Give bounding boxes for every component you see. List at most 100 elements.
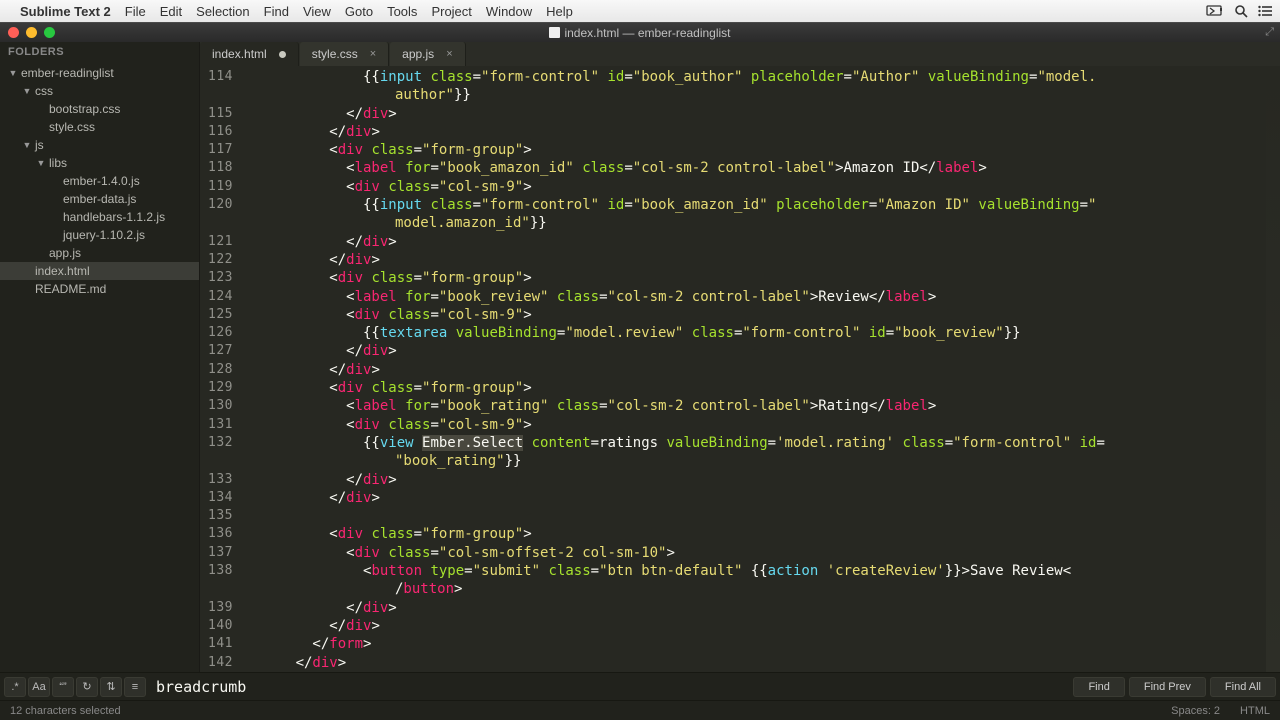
tree-item-label: bootstrap.css (49, 102, 120, 116)
file-item[interactable]: ember-1.4.0.js (0, 172, 199, 190)
code-line: </div> (245, 617, 1280, 635)
find-button[interactable]: Find (1073, 677, 1124, 697)
sidebar-header: FOLDERS (0, 42, 199, 62)
search-icon[interactable] (1234, 4, 1248, 18)
file-item[interactable]: bootstrap.css (0, 100, 199, 118)
code-line: <div class="form-group"> (245, 525, 1280, 543)
folder-item[interactable]: ▼js (0, 136, 199, 154)
folder-item[interactable]: ▼libs (0, 154, 199, 172)
menu-tools[interactable]: Tools (387, 4, 417, 19)
line-gutter: 1141151161171181191201211221231241251261… (200, 66, 245, 672)
tree-item-label: ember-readinglist (21, 66, 114, 80)
dirty-icon (279, 51, 286, 58)
tab-label: style.css (312, 47, 358, 61)
find-input[interactable] (148, 676, 1069, 698)
find-opt-word[interactable]: “” (52, 677, 74, 697)
code-line: </div> (245, 361, 1280, 379)
find-opt-regex[interactable]: .* (4, 677, 26, 697)
code-line: </div> (245, 489, 1280, 507)
tree-item-label: ember-1.4.0.js (63, 174, 140, 188)
code-line: author"}} (245, 86, 1280, 104)
tree-item-label: README.md (35, 282, 106, 296)
code-line: </div> (245, 233, 1280, 251)
menu-edit[interactable]: Edit (160, 4, 182, 19)
close-icon[interactable]: × (370, 48, 376, 60)
menu-goto[interactable]: Goto (345, 4, 373, 19)
code-line: "book_rating"}} (245, 452, 1280, 470)
minimap[interactable] (1266, 66, 1280, 672)
code-line: {{view Ember.Select content=ratings valu… (245, 434, 1280, 452)
menu-view[interactable]: View (303, 4, 331, 19)
file-item[interactable]: jquery-1.10.2.js (0, 226, 199, 244)
tree-item-label: libs (49, 156, 67, 170)
code-line: <div class="col-sm-9"> (245, 306, 1280, 324)
file-item[interactable]: handlebars-1.1.2.js (0, 208, 199, 226)
code-line: <label for="book_review" class="col-sm-2… (245, 288, 1280, 306)
file-item[interactable]: app.js (0, 244, 199, 262)
code-line: <button type="submit" class="btn btn-def… (245, 562, 1280, 580)
file-item[interactable]: index.html (0, 262, 199, 280)
find-opt-insel[interactable]: ⇅ (100, 677, 122, 697)
status-lang[interactable]: HTML (1240, 705, 1270, 717)
menu-help[interactable]: Help (546, 4, 573, 19)
file-item[interactable]: ember-data.js (0, 190, 199, 208)
code-line: </div> (245, 105, 1280, 123)
editor[interactable]: 1141151161171181191201211221231241251261… (200, 66, 1280, 672)
display-icon[interactable] (1206, 5, 1224, 17)
tree-item-label: app.js (49, 246, 81, 260)
code-line: </div> (245, 654, 1280, 672)
tree-item-label: css (35, 84, 53, 98)
tab[interactable]: app.js × (390, 42, 465, 66)
disclosure-icon[interactable]: ▼ (8, 68, 18, 78)
code-line: {{input class="form-control" id="book_am… (245, 196, 1280, 214)
tab-label: app.js (402, 47, 434, 61)
menu-find[interactable]: Find (264, 4, 289, 19)
tree-item-label: jquery-1.10.2.js (63, 228, 145, 242)
find-all-button[interactable]: Find All (1210, 677, 1276, 697)
app-name[interactable]: Sublime Text 2 (20, 4, 111, 19)
disclosure-icon[interactable]: ▼ (22, 86, 32, 96)
folder-item[interactable]: ▼css (0, 82, 199, 100)
code-line: model.amazon_id"}} (245, 214, 1280, 232)
find-opt-case[interactable]: Aa (28, 677, 50, 697)
file-item[interactable]: style.css (0, 118, 199, 136)
zoom-window-button[interactable] (44, 27, 55, 38)
tree-item-label: js (35, 138, 44, 152)
folder-tree: ▼ember-readinglist▼cssbootstrap.cssstyle… (0, 62, 199, 300)
status-spaces[interactable]: Spaces: 2 (1171, 705, 1220, 717)
code-line: </form> (245, 635, 1280, 653)
file-item[interactable]: README.md (0, 280, 199, 298)
code-line (245, 507, 1280, 525)
sidebar: FOLDERS ▼ember-readinglist▼cssbootstrap.… (0, 42, 200, 672)
menu-project[interactable]: Project (431, 4, 471, 19)
file-icon (549, 27, 560, 38)
tree-item-label: ember-data.js (63, 192, 136, 206)
list-icon[interactable] (1258, 5, 1272, 17)
tab[interactable]: style.css × (300, 42, 389, 66)
tab[interactable]: index.html (200, 42, 299, 66)
disclosure-icon[interactable]: ▼ (22, 140, 32, 150)
window-controls (8, 27, 55, 38)
code-line: {{textarea valueBinding="model.review" c… (245, 324, 1280, 342)
menu-file[interactable]: File (125, 4, 146, 19)
tree-item-label: style.css (49, 120, 95, 134)
code-line: <div class="form-group"> (245, 379, 1280, 397)
find-opt-highlight[interactable]: ≡ (124, 677, 146, 697)
folder-item[interactable]: ▼ember-readinglist (0, 64, 199, 82)
close-window-button[interactable] (8, 27, 19, 38)
find-opt-wrap[interactable]: ↻ (76, 677, 98, 697)
maximize-icon[interactable]: ⤢ (1265, 26, 1274, 39)
close-icon[interactable]: × (446, 48, 452, 60)
status-selection: 12 characters selected (10, 705, 121, 717)
code-line: {{input class="form-control" id="book_au… (245, 68, 1280, 86)
minimize-window-button[interactable] (26, 27, 37, 38)
find-prev-button[interactable]: Find Prev (1129, 677, 1206, 697)
code-line: </div> (245, 342, 1280, 360)
menu-selection[interactable]: Selection (196, 4, 249, 19)
disclosure-icon[interactable]: ▼ (36, 158, 46, 168)
window-title-text: index.html — ember-readinglist (564, 26, 730, 40)
menu-window[interactable]: Window (486, 4, 532, 19)
window-title: index.html — ember-readinglist (0, 26, 1280, 40)
code-area[interactable]: {{input class="form-control" id="book_au… (245, 66, 1280, 672)
menubar: Sublime Text 2 File Edit Selection Find … (0, 0, 1280, 22)
